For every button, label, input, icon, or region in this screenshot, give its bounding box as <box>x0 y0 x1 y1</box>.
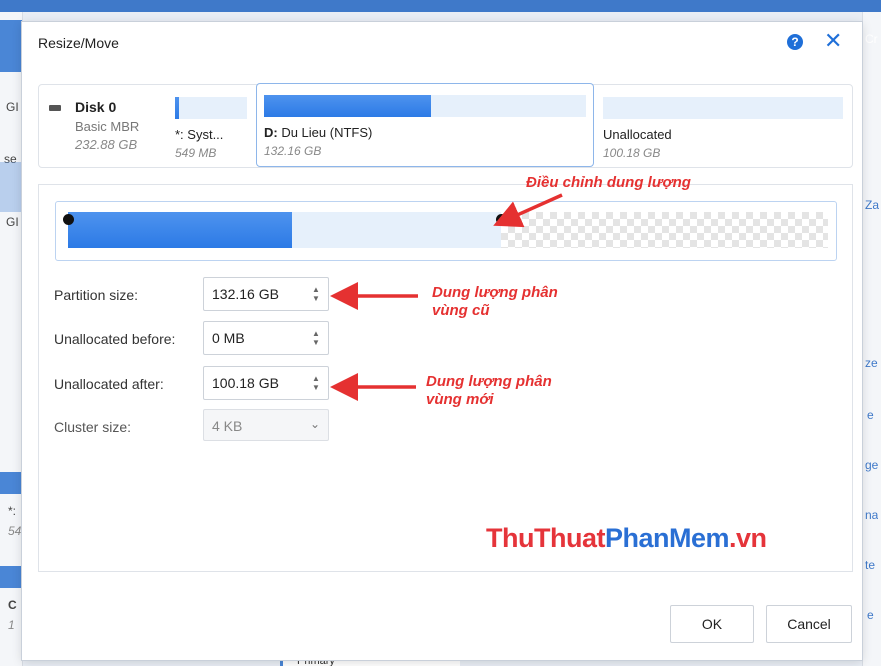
annotation-arrows <box>330 193 563 401</box>
background-fragment: 1 <box>8 618 15 632</box>
watermark-part: .vn <box>729 523 767 553</box>
background-band <box>0 20 22 72</box>
background-right-pane: Cr Za ze e ge na te e <box>862 12 881 666</box>
background-fragment: e <box>867 608 874 622</box>
watermark-logo: ThuThuatPhanMem.vn <box>486 523 767 554</box>
background-fragment: Cr <box>865 32 878 46</box>
background-fragment: C <box>8 598 17 612</box>
background-fragment: GI <box>6 215 19 229</box>
background-band <box>0 472 22 494</box>
background-band <box>0 162 22 212</box>
background-fragment: 54 <box>8 524 22 538</box>
background-fragment: ge <box>865 458 879 472</box>
background-band <box>0 566 22 588</box>
arrow-to-slider-handle <box>493 193 563 228</box>
background-fragment: e <box>867 408 874 422</box>
background-fragment: na <box>865 508 879 522</box>
background-fragment: GI <box>6 100 19 114</box>
background-fragment: *: <box>8 504 17 518</box>
resize-move-dialog: Resize/Move ? ✕ Disk 0 Basic MBR 232.88 … <box>22 22 862 660</box>
background-fragment: Za <box>865 198 880 212</box>
background-fragment: te <box>865 558 876 572</box>
background-left-pane: GI se GI *: 54 C 1 <box>0 12 23 666</box>
watermark-part: PhanMem <box>604 523 730 553</box>
cancel-button[interactable]: Cancel <box>766 605 852 643</box>
background-title-bar <box>0 0 881 12</box>
ok-button[interactable]: OK <box>670 605 754 643</box>
background-fragment: ze <box>865 356 878 370</box>
watermark-part: ThuThuat <box>486 523 605 553</box>
